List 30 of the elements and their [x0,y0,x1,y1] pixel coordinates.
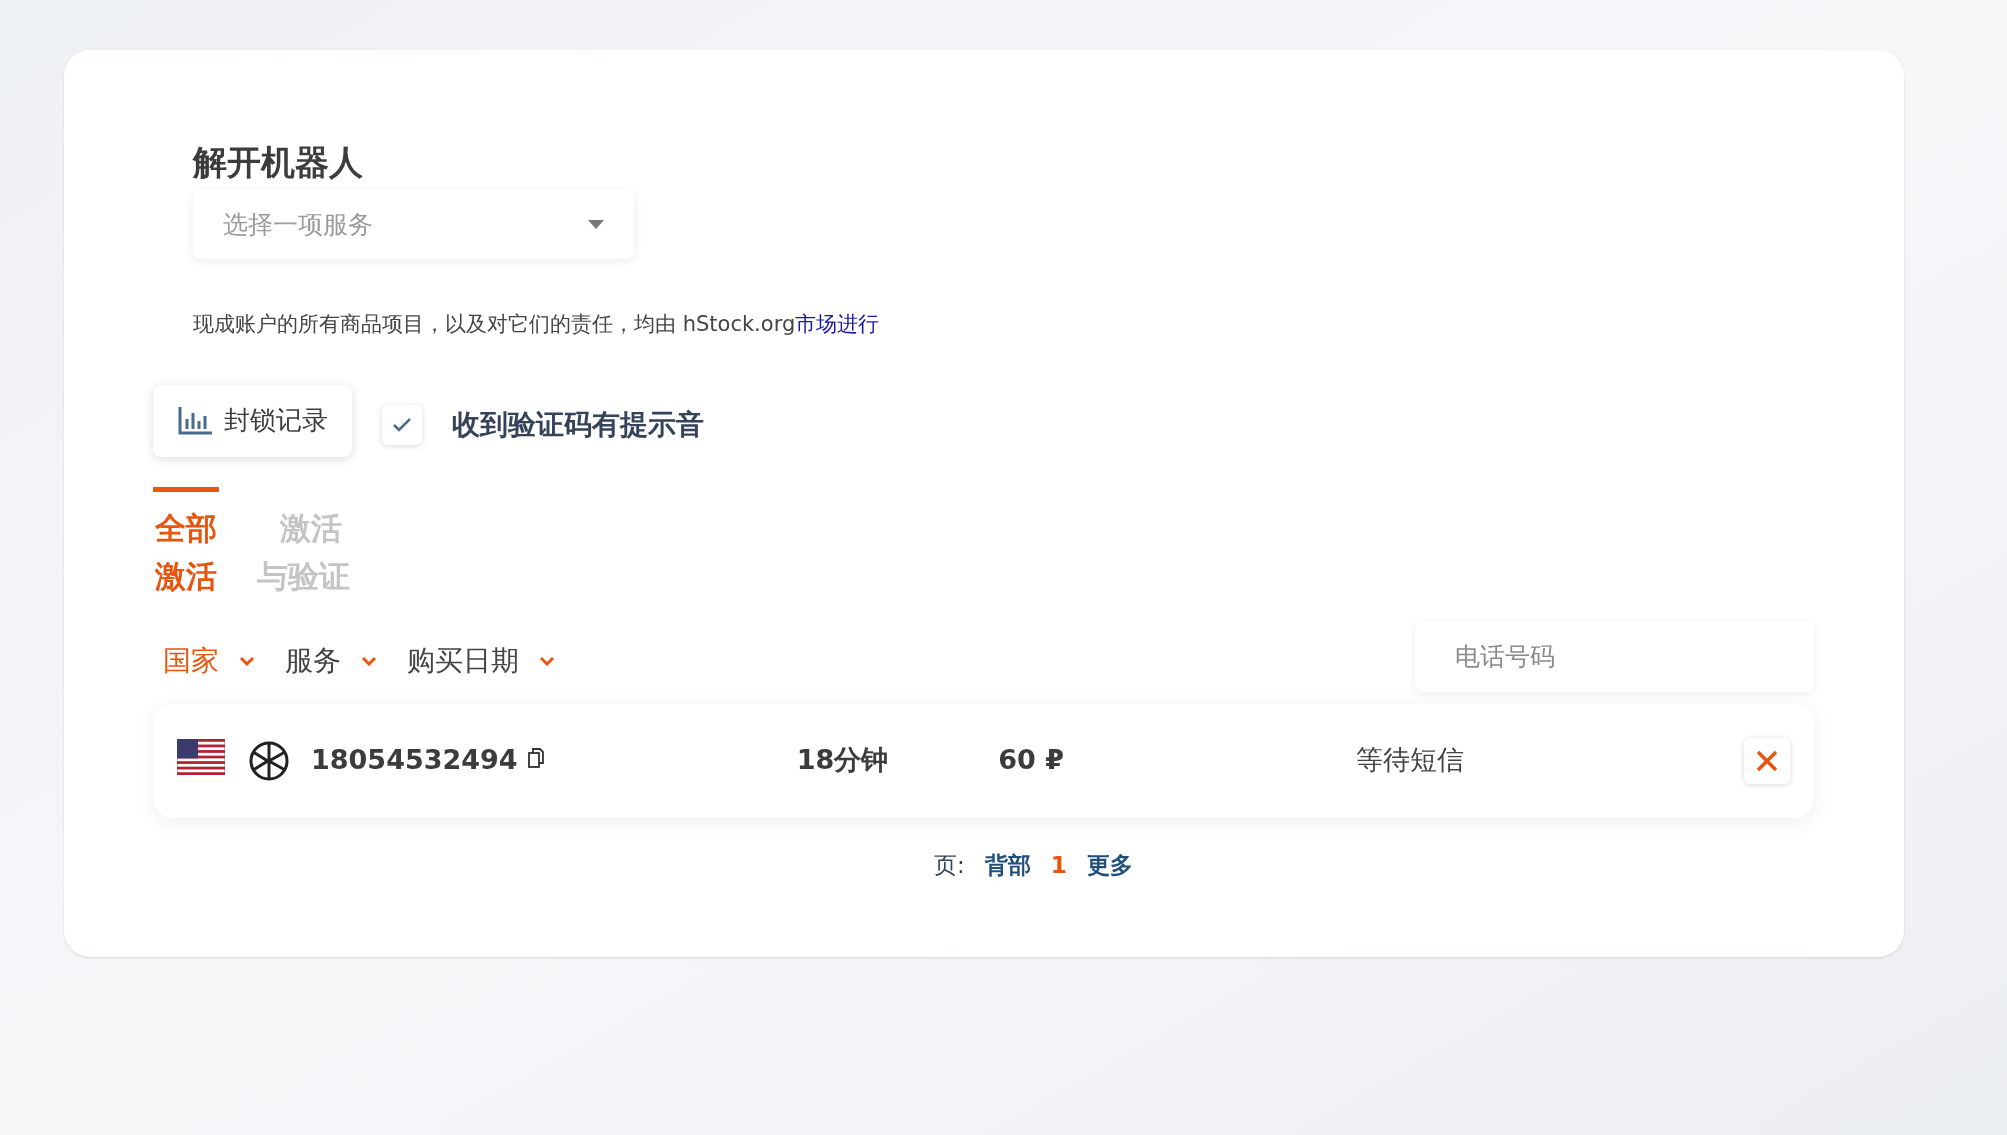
market-link[interactable]: 市场进行 [795,312,880,336]
chevron-down-icon [361,655,377,666]
sound-checkbox[interactable] [382,404,422,445]
notice-text: 现成账户的所有商品项目，以及对它们的责任，均由 hStock.org市场进行 [193,311,881,338]
next-page-link[interactable]: 更多 [1086,847,1133,882]
page-title: 解开机器人 [193,141,364,184]
checkmark-icon [393,417,411,432]
phone-search-field[interactable]: 电话号码 [1415,621,1814,692]
status-text: 等待短信 [1356,743,1464,778]
block-log-button[interactable]: 封锁记录 [153,384,352,457]
close-icon [1756,749,1778,772]
close-button[interactable] [1744,737,1790,784]
price-text: 60 ₽ [998,743,1064,778]
flag-icon [177,738,225,775]
tab[interactable]: 全部激活 [153,486,219,600]
bar-chart-icon [177,406,212,435]
filter-dropdown[interactable]: 服务 [285,639,377,682]
previous-page-link[interactable]: 背部 [984,847,1031,882]
page-label: 页: [934,850,965,880]
filter-dropdown[interactable]: 购买日期 [407,639,555,682]
dropdown-caret-icon [588,220,604,229]
duration-text: 18分钟 [796,743,889,778]
filter-dropdown[interactable]: 国家 [163,639,255,682]
current-page-number[interactable]: 1 [1050,847,1067,882]
chevron-down-icon [239,655,255,666]
chevron-down-icon [539,655,555,666]
phone-number: 18054532494 [311,743,518,778]
select-placeholder: 选择一项服务 [223,208,373,241]
copy-icon[interactable] [527,747,544,768]
sound-checkbox-label: 收到验证码有提示音 [452,406,704,443]
